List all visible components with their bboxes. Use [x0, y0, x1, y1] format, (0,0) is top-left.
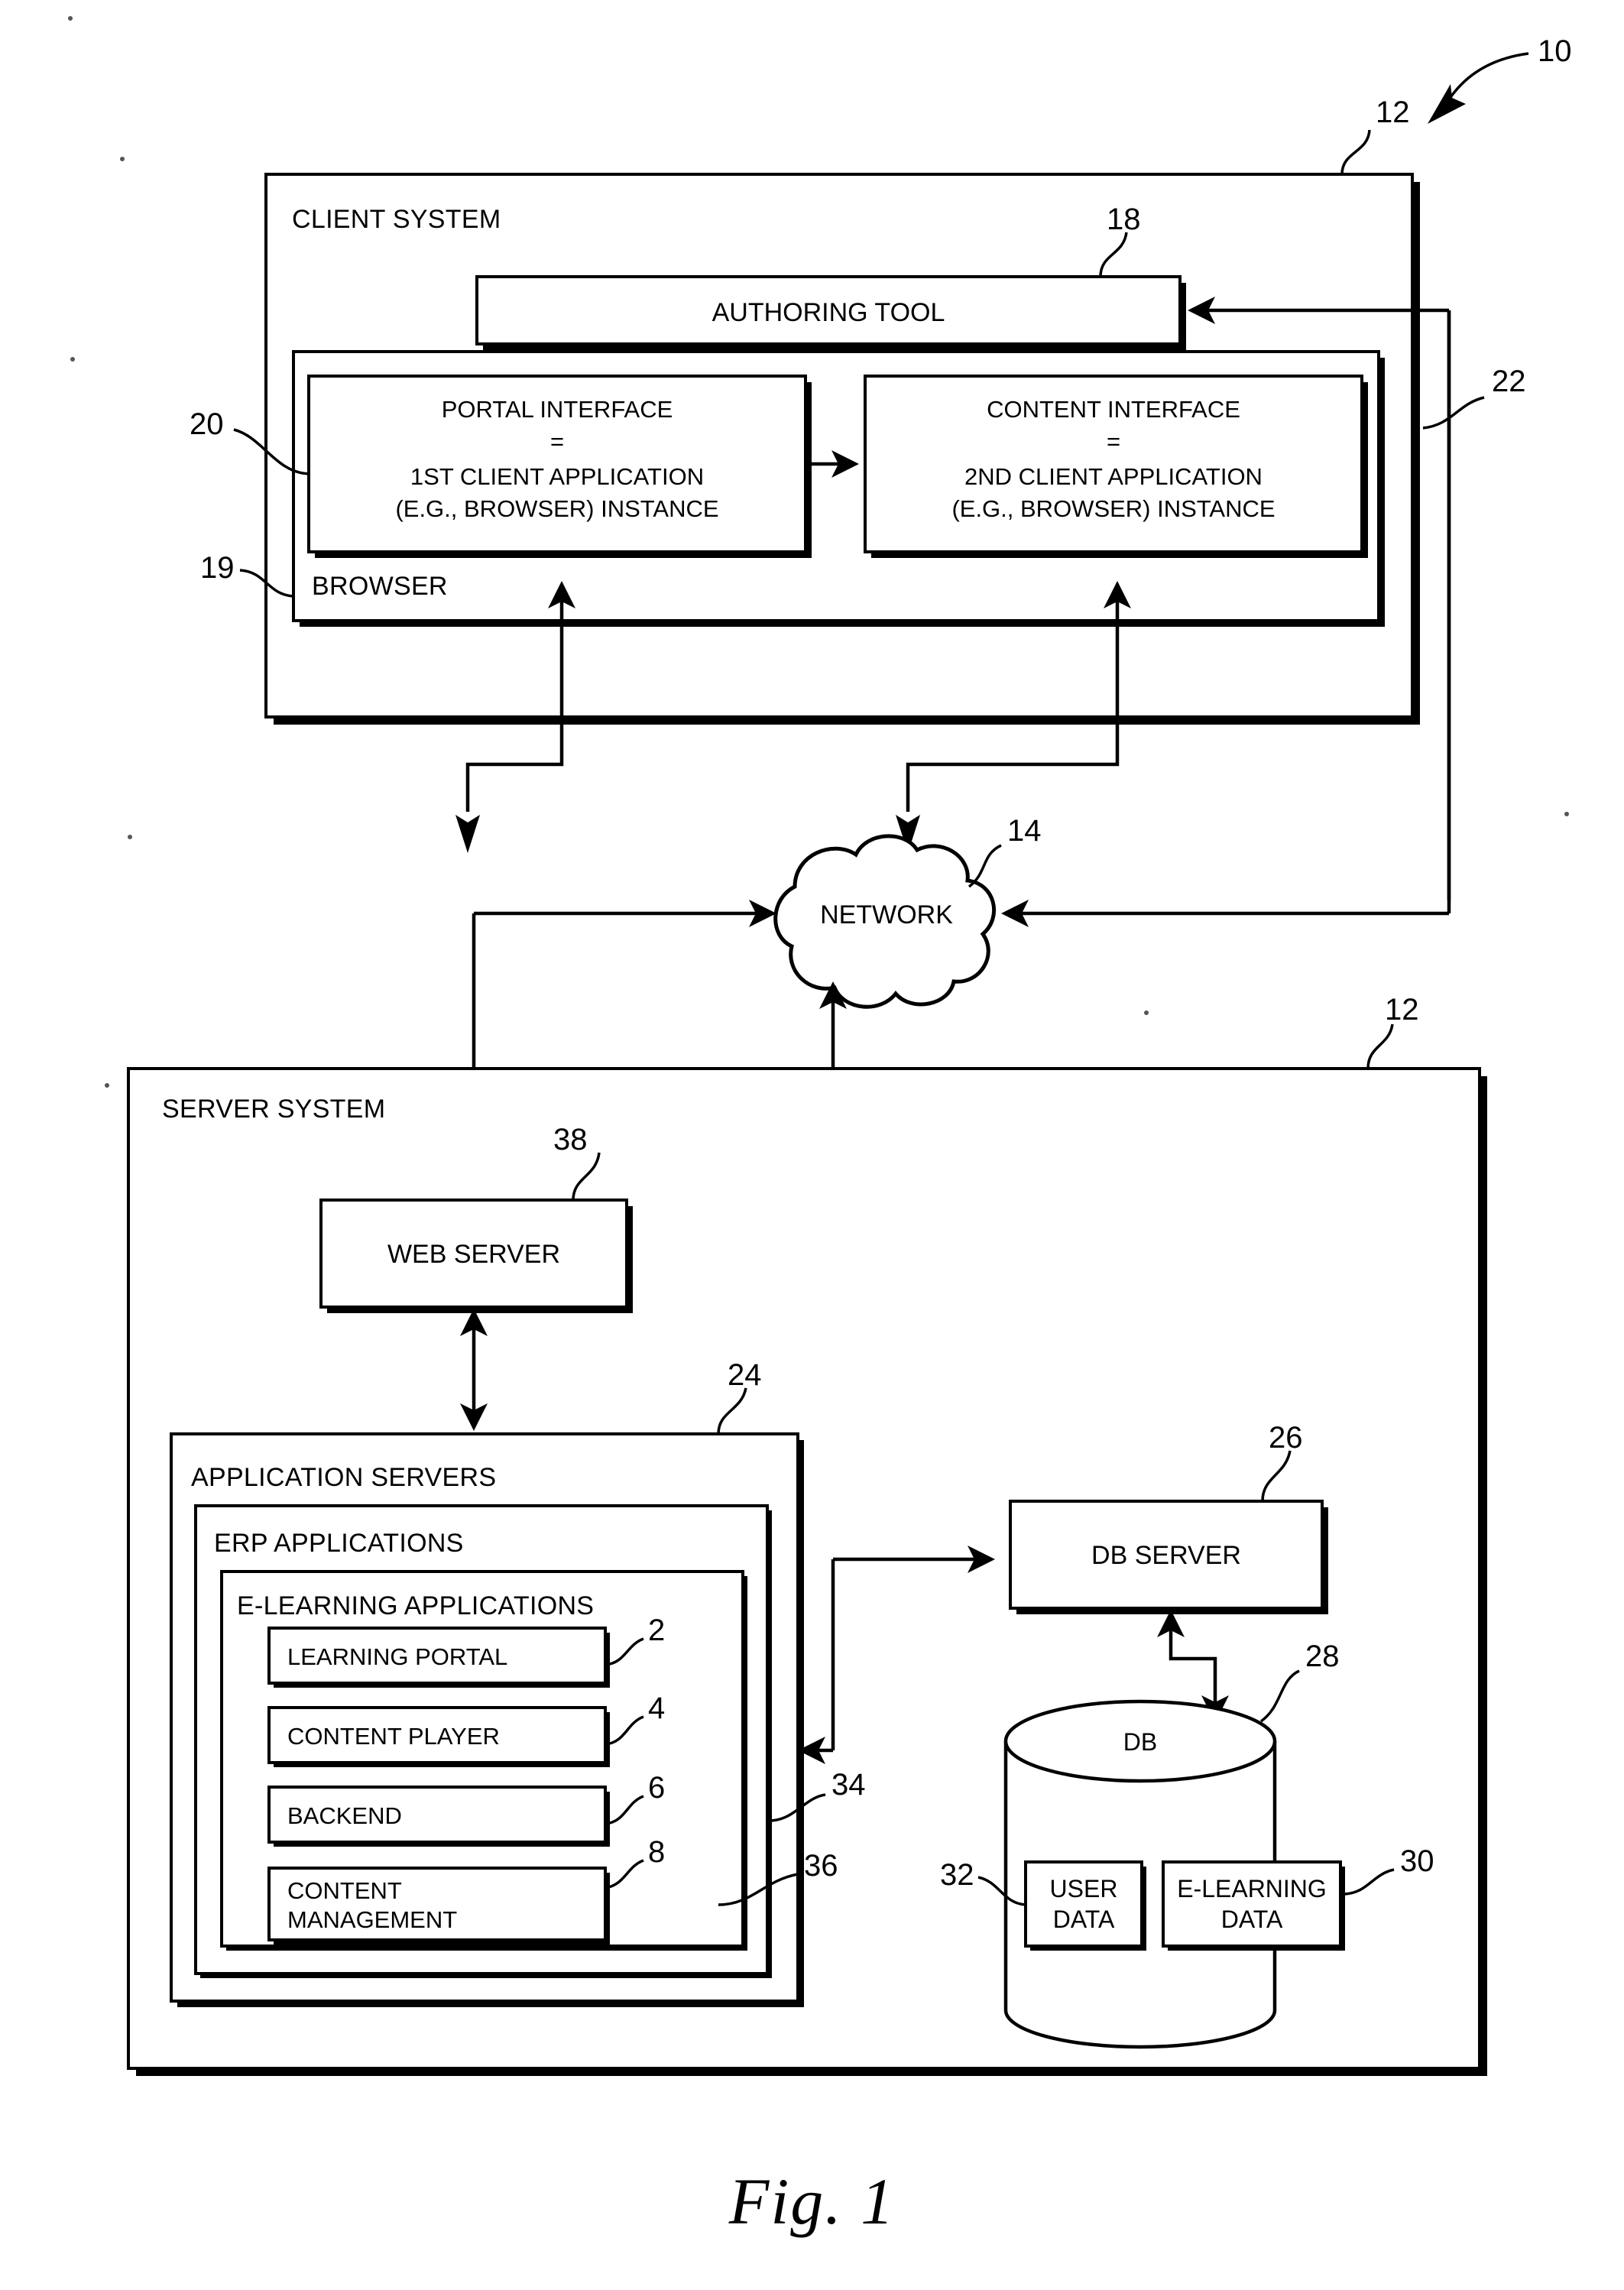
db-label: DB [1123, 1728, 1157, 1756]
backend-ref: 6 [648, 1771, 665, 1805]
content-player-label: CONTENT PLAYER [287, 1723, 500, 1750]
content-interface-line4: (E.G., BROWSER) INSTANCE [951, 495, 1275, 522]
content-downlink-to-network [906, 741, 1120, 812]
content-interface-line3: 2ND CLIENT APPLICATION [964, 463, 1263, 490]
figure-caption: Fig. 1 [728, 2165, 896, 2238]
print-speck [68, 16, 73, 21]
elearning-data-label-line1: E-LEARNING [1177, 1875, 1327, 1902]
learning-portal-ref: 2 [648, 1614, 665, 1647]
elearning-applications-label: E-LEARNING APPLICATIONS [237, 1591, 594, 1620]
print-speck [1564, 812, 1569, 816]
user-data-label-line2: DATA [1053, 1906, 1115, 1933]
application-servers-ref: 24 [728, 1358, 762, 1392]
patent-figure-page: CLIENT SYSTEM 12 10 AUTHORING TOOL 18 BR… [0, 0, 1624, 2290]
authoring-tool-label: AUTHORING TOOL [712, 298, 945, 327]
content-player-ref: 4 [648, 1692, 665, 1725]
elearning-data-ref: 30 [1400, 1844, 1434, 1878]
print-speck [70, 357, 75, 362]
client-system-ref: 12 [1376, 96, 1410, 129]
db-ref: 28 [1305, 1640, 1340, 1673]
application-servers-label: APPLICATION SERVERS [191, 1463, 496, 1492]
content-management-ref: 8 [648, 1835, 665, 1869]
portal-interface-line2: = [550, 428, 564, 455]
print-speck [1144, 1010, 1149, 1015]
browser-label: BROWSER [312, 572, 448, 601]
authoring-tool-ref: 18 [1107, 203, 1141, 236]
system-ref-leader [1443, 52, 1529, 108]
backend-label: BACKEND [287, 1802, 402, 1829]
print-speck [128, 835, 132, 839]
network-ref-leader [968, 844, 1002, 888]
web-server-ref: 38 [553, 1123, 588, 1156]
db-server-label: DB SERVER [1091, 1541, 1241, 1570]
content-interface-ref-leader [1422, 396, 1485, 430]
web-server-label: WEB SERVER [387, 1240, 560, 1269]
db-server-ref: 26 [1269, 1421, 1303, 1455]
content-interface-line1: CONTENT INTERFACE [987, 396, 1240, 423]
link34-ref: 34 [831, 1768, 866, 1802]
server-system-ref-leader [1366, 1023, 1394, 1069]
user-data-ref: 32 [940, 1858, 974, 1892]
portal-downlink-to-network [465, 741, 564, 812]
erp-applications-label: ERP APPLICATIONS [214, 1529, 464, 1558]
content-management-label-line1: CONTENT [287, 1877, 402, 1904]
user-data-label-line1: USER [1050, 1875, 1118, 1902]
portal-interface-line1: PORTAL INTERFACE [442, 396, 673, 423]
content-interface-line2: = [1107, 428, 1120, 455]
system-ref-arrowhead [1428, 84, 1466, 124]
print-speck [120, 157, 125, 161]
print-speck [105, 1083, 109, 1088]
elearning-data-label-line2: DATA [1221, 1906, 1283, 1933]
client-system-label: CLIENT SYSTEM [292, 205, 501, 234]
server-system-ref: 12 [1385, 993, 1419, 1027]
browser-ref: 19 [200, 551, 235, 585]
link36-ref: 36 [804, 1849, 838, 1883]
content-interface-ref: 22 [1492, 365, 1526, 398]
portal-interface-line3: 1ST CLIENT APPLICATION [410, 463, 704, 490]
network-ref: 14 [1007, 814, 1042, 848]
diagram-canvas: CLIENT SYSTEM 12 10 AUTHORING TOOL 18 BR… [68, 16, 1572, 2076]
portal-interface-line4: (E.G., BROWSER) INSTANCE [395, 495, 718, 522]
portal-interface-ref: 20 [190, 407, 224, 441]
learning-portal-label: LEARNING PORTAL [287, 1643, 507, 1670]
content-management-label-line2: MANAGEMENT [287, 1906, 457, 1933]
system-ref: 10 [1538, 34, 1572, 68]
server-system-label: SERVER SYSTEM [162, 1095, 385, 1124]
network-label: NETWORK [820, 900, 953, 929]
network-arrowhead-left [455, 815, 480, 853]
client-system-ref-leader [1340, 129, 1371, 175]
